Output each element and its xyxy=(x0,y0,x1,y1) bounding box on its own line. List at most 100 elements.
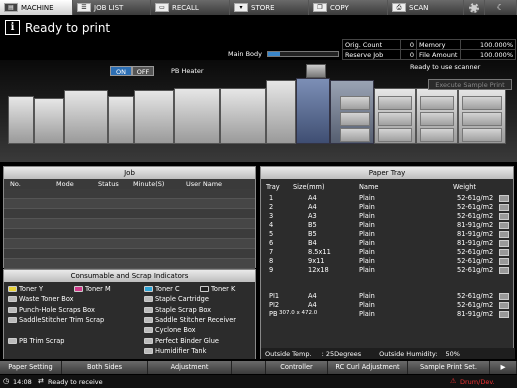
tray-row[interactable]: PB 307.0 x 472.0 Plain 81-91g/m2 xyxy=(263,310,513,319)
job-row[interactable] xyxy=(4,199,255,209)
environment-readout: Outside Temp. : 25Degrees Outside Humidi… xyxy=(261,348,515,359)
adjustment-button[interactable]: Adjustment xyxy=(148,361,232,374)
drum-dev-warning[interactable]: Drum/Dev. xyxy=(460,378,495,386)
saddle-trim-indicator: SaddleStitcher Trim Scrap xyxy=(8,316,104,324)
tray-number: 2 xyxy=(269,203,274,211)
tray-weight: 81-91g/m2 xyxy=(457,310,494,318)
tab-scan[interactable]: ⎙ SCAN xyxy=(388,0,464,15)
job-row[interactable] xyxy=(4,189,255,199)
punch-scraps-indicator: Punch-Hole Scraps Box xyxy=(8,306,95,314)
job-panel-title: Job xyxy=(4,167,255,179)
job-row[interactable] xyxy=(4,259,255,269)
job-row[interactable] xyxy=(4,229,255,239)
job-col-mode: Mode xyxy=(56,180,74,188)
tray-level-icon xyxy=(499,231,509,238)
tray-paper-name: Plain xyxy=(359,203,375,211)
tray-level-icon xyxy=(499,195,509,202)
job-list[interactable] xyxy=(4,189,255,269)
tray-paper-name: Plain xyxy=(359,230,375,238)
status-time: 14:08 xyxy=(13,378,32,386)
tray-number: 4 xyxy=(269,221,274,229)
tray-row[interactable]: 2 A4 Plain 52-61g/m2 xyxy=(263,203,513,212)
tray-row[interactable]: 9 12x18 Plain 52-61g/m2 xyxy=(263,266,513,275)
both-sides-button[interactable]: Both Sides xyxy=(62,361,148,374)
tray-paper-name: Plain xyxy=(359,257,375,265)
toner-k-icon xyxy=(200,286,209,292)
tab-copy[interactable]: ❐ COPY xyxy=(309,0,388,15)
paper-tray-panel: Paper Tray Tray Size(mm) Name Weight 1 A4… xyxy=(260,166,515,359)
tray-row[interactable]: 5 B5 Plain 81-91g/m2 xyxy=(263,230,513,239)
tray-row[interactable]: 4 B5 Plain 81-91g/m2 xyxy=(263,221,513,230)
power-save-button[interactable]: ☾ xyxy=(485,0,517,15)
tray-number: PI2 xyxy=(269,301,280,309)
orig-count-value: 0 xyxy=(400,39,417,50)
blank-button[interactable] xyxy=(232,361,266,374)
tray-row[interactable]: 8 9x11 Plain 52-61g/m2 xyxy=(263,257,513,266)
tray-weight: 52-61g/m2 xyxy=(457,301,494,309)
tray-weight: 81-91g/m2 xyxy=(457,221,494,229)
job-row[interactable] xyxy=(4,239,255,249)
toner-y-icon xyxy=(8,286,17,292)
tray-number: PI1 xyxy=(269,292,280,300)
tray-size: B4 xyxy=(308,239,317,247)
job-col-status: Status xyxy=(98,180,119,188)
job-row[interactable] xyxy=(4,249,255,259)
job-row[interactable] xyxy=(4,219,255,229)
tray-size: A4 xyxy=(308,203,317,211)
pb-heater-off-button[interactable]: OFF xyxy=(132,66,154,76)
tray-level-icon xyxy=(499,222,509,229)
tray-level-icon xyxy=(499,258,509,265)
job-row[interactable] xyxy=(4,209,255,219)
paper-setting-button[interactable]: Paper Setting xyxy=(0,361,62,374)
tray-paper-name: Plain xyxy=(359,221,375,229)
counter-table: Orig. Count 0 Memory 100.000% Reserve Jo… xyxy=(342,39,516,61)
next-page-button[interactable]: ▶ xyxy=(490,361,517,374)
tray-number: 9 xyxy=(269,266,274,274)
pb-heater-on-button[interactable]: ON xyxy=(110,66,132,76)
tray-paper-name: Plain xyxy=(359,266,375,274)
tray-number: 7 xyxy=(269,248,274,256)
clock-icon: ◷ xyxy=(3,377,10,385)
toner-m-icon xyxy=(74,286,83,292)
tray-row[interactable]: 7 8.5x11 Plain 52-61g/m2 xyxy=(263,248,513,257)
staple-scrap-icon xyxy=(144,307,153,313)
tray-size: A3 xyxy=(308,212,317,220)
cyclone-box-indicator: Cyclone Box xyxy=(144,326,196,334)
tray-row[interactable]: 6 B4 Plain 81-91g/m2 xyxy=(263,239,513,248)
outside-temp-label: Outside Temp. xyxy=(265,349,312,358)
main-body-level-bar xyxy=(267,51,339,57)
controller-button[interactable]: Controller xyxy=(266,361,328,374)
sample-print-set-button[interactable]: Sample Print Set. xyxy=(408,361,490,374)
outside-humidity-value: 50% xyxy=(445,349,460,358)
gear-icon xyxy=(469,2,479,13)
tray-size: B5 xyxy=(308,221,317,229)
tray-row[interactable]: PI1 A4 Plain 52-61g/m2 xyxy=(263,292,513,301)
tab-copy-label: COPY xyxy=(330,3,349,12)
memory-value: 100.000% xyxy=(459,39,516,50)
toner-c-icon xyxy=(144,286,153,292)
tray-level-icon xyxy=(499,249,509,256)
scanner-status-text: Ready to use scanner xyxy=(410,63,481,71)
tab-machine[interactable]: ▤ MACHINE xyxy=(0,0,73,15)
execute-sample-print-button[interactable]: Execute Sample Print xyxy=(428,79,512,90)
tray-paper-name: Plain xyxy=(359,301,375,309)
tab-job-list[interactable]: ☰ JOB LIST xyxy=(73,0,151,15)
saddle-trim-icon xyxy=(8,317,17,323)
job-col-no: No. xyxy=(10,180,21,188)
job-col-minute: Minute(S) xyxy=(133,180,165,188)
job-col-user: User Name xyxy=(186,180,223,188)
reserve-job-label: Reserve Job xyxy=(342,49,401,60)
outside-temp-value: : 25Degrees xyxy=(321,349,362,358)
tray-row[interactable]: 1 A4 Plain 52-61g/m2 xyxy=(263,194,513,203)
tab-recall[interactable]: ▭ RECALL xyxy=(151,0,230,15)
rc-curl-adjustment-button[interactable]: RC Curl Adjustment xyxy=(328,361,408,374)
tab-store[interactable]: ▾ STORE xyxy=(230,0,309,15)
settings-button[interactable] xyxy=(464,0,485,15)
tray-row[interactable]: PI2 A4 Plain 52-61g/m2 xyxy=(263,301,513,310)
copy-icon: ❐ xyxy=(313,3,327,12)
tray-number: 5 xyxy=(269,230,274,238)
tray-row[interactable]: 3 A3 Plain 52-61g/m2 xyxy=(263,212,513,221)
status-message: Ready to receive xyxy=(48,378,103,386)
tray-size: A4 xyxy=(308,194,317,202)
staple-cartridge-icon xyxy=(144,296,153,302)
